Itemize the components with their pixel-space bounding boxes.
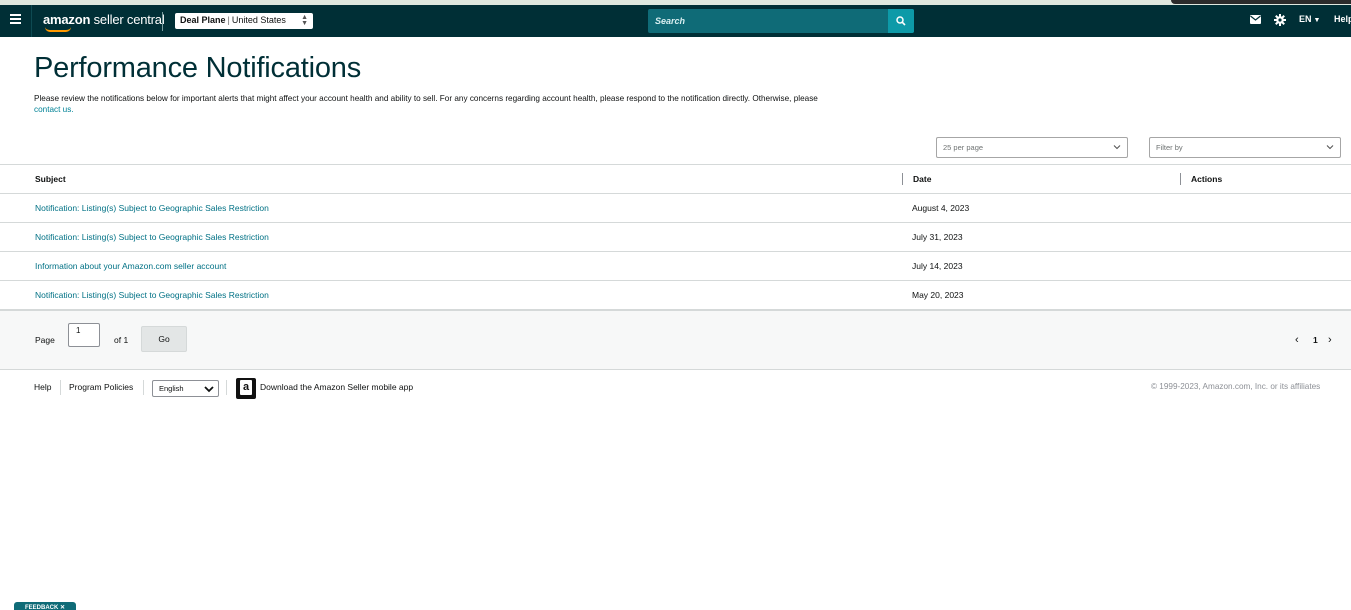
page-label: Page	[35, 335, 55, 345]
copyright-text: © 1999-2023, Amazon.com, Inc. or its aff…	[1151, 382, 1321, 391]
table-row: Notification: Listing(s) Subject to Geog…	[0, 223, 1351, 252]
top-navbar: amazon seller central Deal Plane | United …	[0, 5, 1351, 37]
logo-divider	[162, 12, 163, 31]
language-selector[interactable]: EN ▼	[1299, 14, 1320, 24]
account-switcher[interactable]: Deal Plane | United States ▲ ▼	[175, 13, 313, 29]
column-header-date[interactable]: Date	[913, 174, 931, 184]
language-label: EN	[1299, 14, 1312, 24]
pagination-bar: Page of 1 Go ‹ 1 ›	[0, 310, 1351, 370]
notification-subject-link[interactable]: Notification: Listing(s) Subject to Geog…	[35, 232, 269, 242]
account-name: Deal Plane	[180, 15, 226, 25]
page-title: Performance Notifications	[34, 52, 362, 84]
column-header-subject[interactable]: Subject	[35, 174, 66, 184]
per-page-select[interactable]: 25 per page	[936, 137, 1128, 158]
caret-down-icon: ▼	[1313, 17, 1321, 24]
per-page-value: 25 per page	[943, 143, 984, 152]
notifications-table: Subject Date Actions Notification: Listi…	[0, 164, 1351, 310]
mail-icon[interactable]	[1250, 15, 1261, 24]
filter-select[interactable]: Filter by	[1149, 137, 1341, 158]
notification-date: July 14, 2023	[912, 261, 963, 271]
column-divider[interactable]	[902, 173, 903, 185]
search-bar	[648, 9, 914, 33]
search-input[interactable]	[648, 9, 888, 33]
feedback-button[interactable]: FEEDBACK ✕	[14, 602, 76, 610]
column-divider[interactable]	[1180, 173, 1181, 185]
menu-icon[interactable]	[10, 14, 22, 28]
table-row: Notification: Listing(s) Subject to Geog…	[0, 281, 1351, 310]
notification-date: July 31, 2023	[912, 232, 963, 242]
chevron-down-icon	[204, 386, 214, 393]
footer-divider	[60, 380, 61, 395]
footer-help-link[interactable]: Help	[34, 382, 51, 392]
filter-placeholder: Filter by	[1156, 143, 1183, 152]
search-button[interactable]	[888, 9, 914, 33]
amazon-app-icon[interactable]: a	[236, 378, 256, 399]
table-row: Information about your Amazon.com seller…	[0, 252, 1351, 281]
nav-divider	[31, 5, 32, 37]
account-marketplace: United States	[231, 15, 286, 25]
help-link[interactable]: Help	[1334, 14, 1351, 24]
page-number-input[interactable]	[68, 323, 100, 347]
current-page-number[interactable]: 1	[1313, 335, 1318, 345]
footer-divider	[226, 380, 227, 395]
footer-language-value: English	[159, 384, 184, 393]
notification-date: May 20, 2023	[912, 290, 964, 300]
notification-date: August 4, 2023	[912, 203, 970, 213]
chevron-left-icon[interactable]: ‹	[1295, 334, 1299, 346]
search-icon	[896, 16, 906, 26]
chevron-down-icon	[1113, 145, 1121, 150]
contact-us-link[interactable]: contact us.	[34, 105, 74, 114]
notification-subject-link[interactable]: Notification: Listing(s) Subject to Geog…	[35, 290, 269, 300]
notification-subject-link[interactable]: Notification: Listing(s) Subject to Geog…	[35, 203, 269, 213]
seller-central-logo[interactable]: amazon seller central	[43, 12, 165, 32]
browser-tab-edge	[1171, 0, 1351, 4]
gear-icon[interactable]	[1274, 14, 1286, 26]
footer-divider	[143, 380, 144, 395]
account-separator: |	[227, 15, 230, 25]
notification-subject-link[interactable]: Information about your Amazon.com seller…	[35, 261, 226, 271]
amazon-smile-icon	[45, 27, 71, 32]
mobile-app-link[interactable]: Download the Amazon Seller mobile app	[260, 382, 413, 392]
table-row: Notification: Listing(s) Subject to Geog…	[0, 194, 1351, 223]
intro-body: Please review the notifications below fo…	[34, 94, 818, 103]
intro-text: Please review the notifications below fo…	[34, 93, 904, 115]
logo-product: seller central	[93, 12, 165, 27]
column-header-actions: Actions	[1191, 174, 1223, 184]
chevron-down-icon	[1326, 145, 1334, 150]
footer-language-select[interactable]: English	[152, 380, 219, 397]
go-button[interactable]: Go	[141, 326, 187, 352]
page-count-label: of 1	[114, 335, 129, 345]
table-header: Subject Date Actions	[0, 164, 1351, 194]
program-policies-link[interactable]: Program Policies	[69, 382, 133, 392]
up-down-arrows-icon: ▲ ▼	[301, 14, 308, 27]
logo-brand: amazon	[43, 12, 91, 27]
chevron-right-icon[interactable]: ›	[1328, 334, 1332, 346]
